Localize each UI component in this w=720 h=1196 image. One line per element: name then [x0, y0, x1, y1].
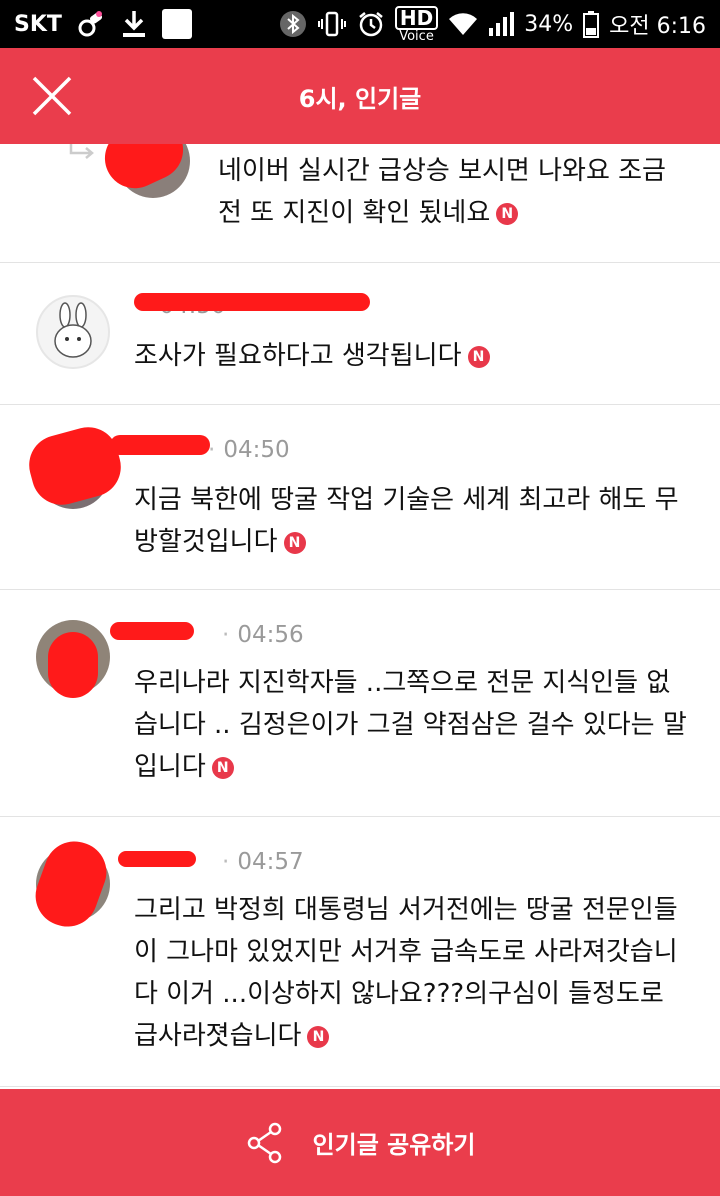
- comment-item: · 04:50 조사가 필요하다고 생각됩니다N: [0, 263, 720, 405]
- share-button-label: 인기글 공유하기: [312, 1131, 476, 1159]
- comment-time: 04:50: [223, 437, 290, 463]
- redaction-mark: [118, 851, 196, 867]
- battery-icon: [583, 10, 600, 38]
- redaction-mark: [110, 435, 210, 455]
- new-badge: N: [211, 757, 234, 779]
- status-bar: SKT HD Voice 34% 오전 6:16: [0, 0, 720, 48]
- reply-arrow-icon: [69, 144, 94, 159]
- comment-list[interactable]: 네이버 실시간 급상승 보시면 나와요 조금전 또 지진이 확인 됬네요N · …: [0, 144, 720, 1089]
- download-icon: [120, 9, 148, 39]
- redaction-mark: [22, 420, 128, 512]
- battery-percent: 34%: [524, 11, 574, 37]
- redaction-mark: [48, 632, 98, 698]
- new-badge: N: [467, 346, 490, 368]
- close-icon: [32, 76, 72, 116]
- comment-text: 그리고 박정희 대통령님 서거전에는 땅굴 전문인들이 그나마 있었지만 서거후…: [134, 895, 678, 1051]
- page-title: 6시, 인기글: [298, 84, 422, 113]
- comment-item: · 04:50 지금 북한에 땅굴 작업 기술은 세계 최고라 해도 무방할것입…: [0, 405, 720, 590]
- pacifier-icon: [76, 9, 106, 39]
- square-notification-icon: [161, 9, 192, 39]
- redaction-mark: [134, 293, 370, 311]
- bluetooth-icon: [279, 10, 307, 38]
- comment-text: 우리나라 지진학자들 ..그쪽으로 전문 지식인들 없습니다 .. 김정은이가 …: [134, 668, 687, 782]
- hd-voice-indicator: HD Voice: [394, 5, 439, 44]
- comment-item: · 04:57 그리고 박정희 대통령님 서거전에는 땅굴 전문인들이 그나마 …: [0, 817, 720, 1087]
- comment-time: 04:56: [237, 622, 304, 648]
- app-header: 6시, 인기글: [0, 48, 720, 144]
- share-button[interactable]: 인기글 공유하기: [0, 1089, 720, 1196]
- new-badge: N: [283, 532, 306, 554]
- share-icon: [247, 1122, 281, 1163]
- comment-text: 네이버 실시간 급상승 보시면 나와요 조금전 또 지진이 확인 됬네요 N: [218, 156, 666, 228]
- voice-label: Voice: [399, 28, 434, 44]
- rabbit-avatar[interactable]: [36, 295, 110, 369]
- close-button[interactable]: [30, 74, 74, 118]
- new-badge: N: [307, 1026, 330, 1048]
- comment-time: 04:57: [237, 849, 304, 875]
- hd-label: HD: [394, 5, 439, 30]
- comment-text: 지금 북한에 땅굴 작업 기술은 세계 최고라 해도 무방할것입니다 N: [134, 485, 679, 557]
- vibrate-icon: [317, 10, 347, 38]
- wifi-icon: [448, 11, 478, 37]
- comment-item: 네이버 실시간 급상승 보시면 나와요 조금전 또 지진이 확인 됬네요 N: [0, 144, 720, 263]
- alarm-icon: [357, 10, 385, 38]
- clock: 오전 6:16: [609, 14, 706, 39]
- redaction-mark: [110, 622, 194, 640]
- comment-text: 조사가 필요하다고 생각됩니다 N: [134, 335, 694, 377]
- signal-icon: [488, 11, 515, 37]
- new-badge: N: [496, 203, 519, 225]
- comment-item: · 04:56 우리나라 지진학자들 ..그쪽으로 전문 지식인들 없습니다 .…: [0, 590, 720, 817]
- redaction-mark: [27, 832, 115, 936]
- carrier-label: SKT: [14, 11, 62, 37]
